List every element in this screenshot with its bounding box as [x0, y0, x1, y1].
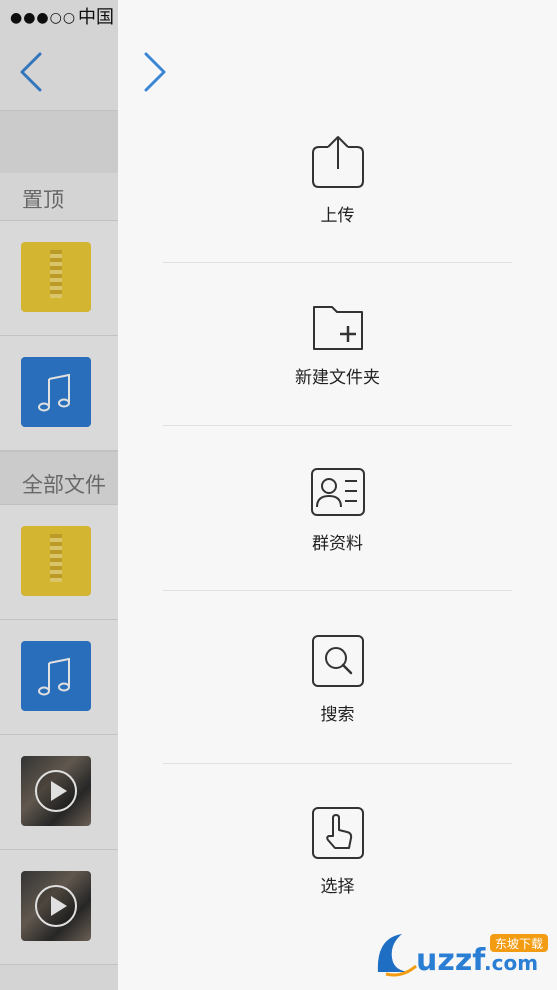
video-thumbnail — [21, 871, 91, 941]
divider — [163, 590, 512, 591]
header-band — [0, 111, 118, 173]
svg-text:.com: .com — [484, 951, 538, 975]
zipper-icon — [50, 534, 62, 582]
menu-item-upload[interactable]: 上传 — [163, 135, 512, 226]
watermark-logo: uzzf .com 东坡下载 — [372, 928, 552, 980]
menu-label-new-folder: 新建文件夹 — [295, 368, 380, 388]
music-note-icon — [38, 373, 70, 412]
close-menu-button[interactable] — [134, 50, 174, 94]
uzzf-logo-icon: uzzf .com 东坡下载 — [377, 934, 548, 978]
upload-icon — [311, 136, 364, 188]
list-item-music[interactable] — [0, 620, 118, 735]
music-file-icon — [21, 357, 91, 427]
search-icon — [311, 635, 364, 687]
list-item-video[interactable] — [0, 850, 118, 965]
menu-label-upload: 上传 — [320, 206, 355, 226]
list-item-zip[interactable] — [0, 505, 118, 620]
list-item-pinned-music[interactable] — [0, 336, 118, 451]
section-label-all-files: 全部文件 — [22, 473, 106, 497]
zip-file-icon — [21, 526, 91, 596]
menu-label-group-info: 群资料 — [312, 534, 363, 554]
hand-pointer-icon — [311, 807, 364, 859]
menu-label-select: 选择 — [320, 877, 355, 897]
list-item-pinned-zip[interactable] — [0, 221, 118, 336]
new-folder-icon — [312, 306, 363, 350]
back-button[interactable] — [12, 50, 52, 94]
signal-strength: ●●●○○ — [10, 10, 77, 26]
file-list-background: ●●●○○ 中国 置顶 全部文件 — [0, 0, 118, 990]
menu-item-new-folder[interactable]: 新建文件夹 — [163, 303, 512, 388]
carrier-name: 中国 — [78, 7, 114, 28]
zipper-icon — [50, 250, 62, 298]
contact-card-icon — [310, 468, 365, 516]
zip-file-icon — [21, 242, 91, 312]
chevron-right-icon — [144, 52, 166, 92]
divider — [163, 763, 512, 764]
svg-text:东坡下载: 东坡下载 — [495, 937, 543, 951]
divider — [163, 262, 512, 263]
play-icon — [35, 770, 77, 812]
play-icon — [35, 885, 77, 927]
chevron-left-icon — [20, 52, 42, 92]
music-note-icon — [38, 657, 70, 696]
list-item-video[interactable] — [0, 735, 118, 850]
divider — [163, 425, 512, 426]
side-menu: 上传 新建文件夹 群资料 搜索 选择 uzzf .com 东坡下载 — [118, 0, 557, 990]
menu-label-search: 搜索 — [320, 705, 355, 725]
svg-text:uzzf: uzzf — [416, 943, 486, 978]
music-file-icon — [21, 641, 91, 711]
video-thumbnail — [21, 756, 91, 826]
menu-item-search[interactable]: 搜索 — [163, 634, 512, 725]
section-label-pinned: 置顶 — [22, 188, 64, 212]
status-bar: ●●●○○ 中国 — [0, 0, 118, 36]
menu-item-group-info[interactable]: 群资料 — [163, 467, 512, 554]
menu-item-select[interactable]: 选择 — [163, 806, 512, 897]
